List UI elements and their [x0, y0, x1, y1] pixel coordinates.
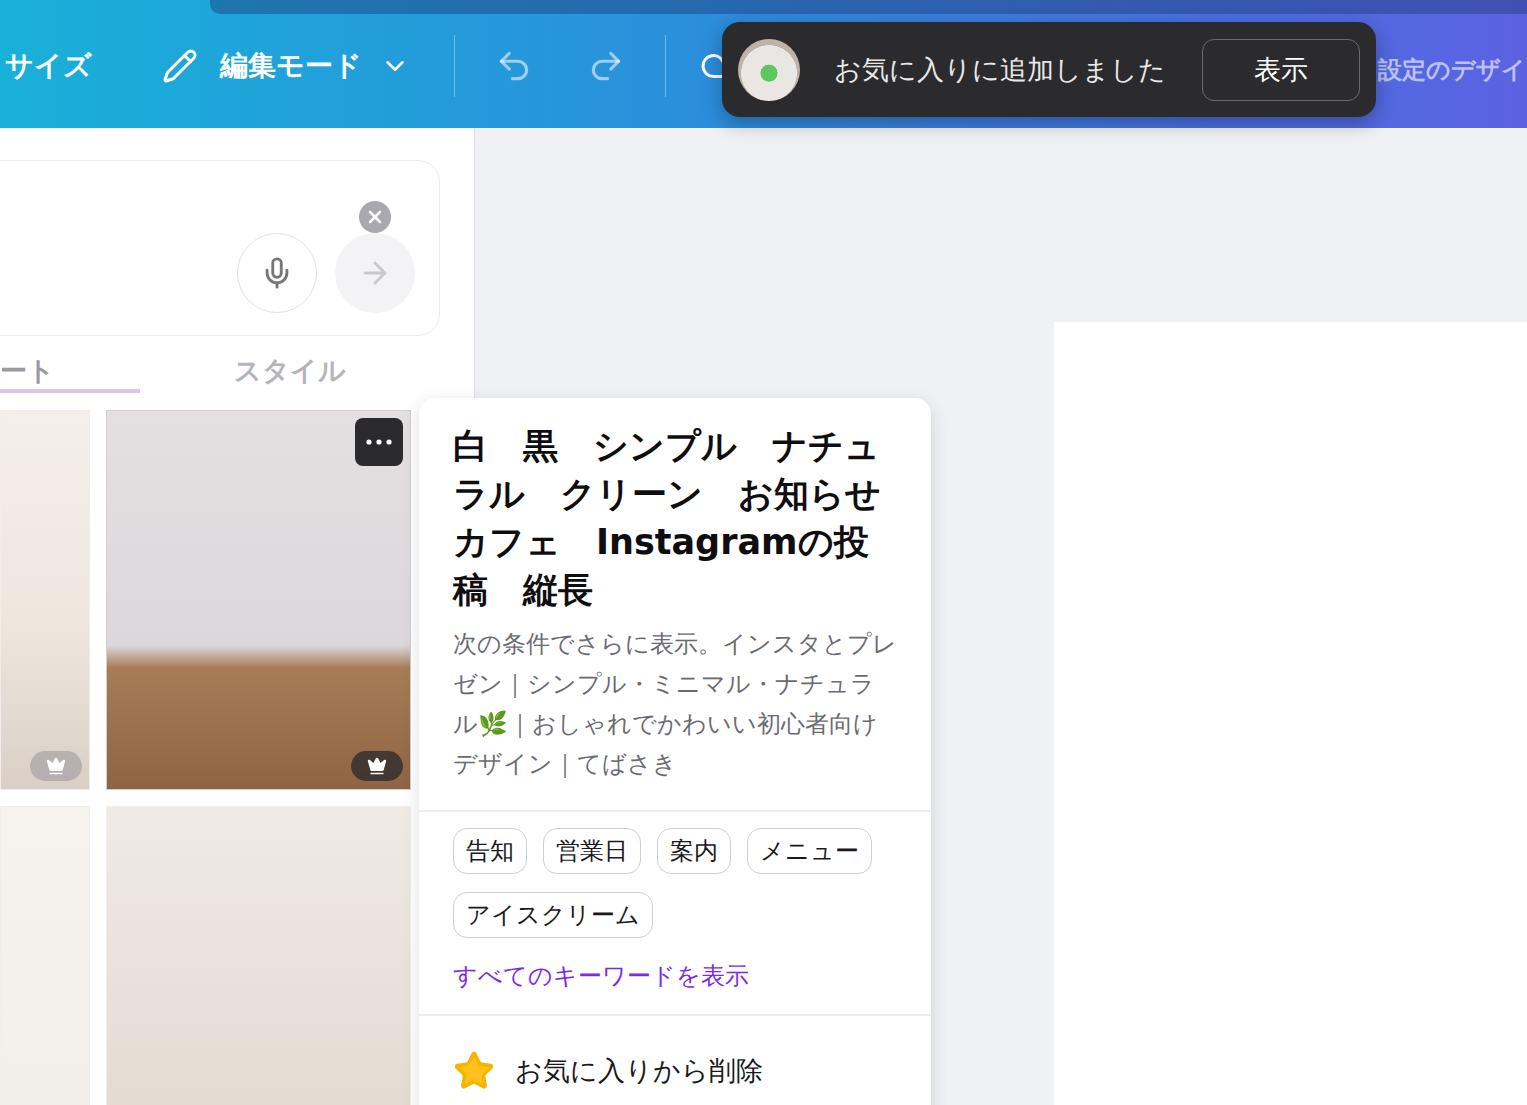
all-keywords-link[interactable]: すべてのキーワードを表示 [453, 960, 897, 992]
design-page[interactable] [1054, 322, 1527, 1105]
template-card[interactable] [0, 806, 90, 1105]
more-icon [366, 439, 392, 445]
tag-chip[interactable]: 案内 [657, 828, 731, 874]
undo-icon[interactable] [495, 47, 533, 85]
clear-button[interactable] [359, 201, 391, 233]
remove-favorite-button[interactable]: お気に入りから削除 [453, 1050, 897, 1092]
tab-row: ートスタイル [0, 353, 474, 393]
template-card[interactable] [0, 410, 90, 790]
show-button[interactable]: 表示 [1202, 39, 1360, 101]
toolbar-divider [665, 35, 666, 97]
remove-favorite-label: お気に入りから削除 [515, 1053, 763, 1089]
search-box[interactable] [0, 160, 440, 336]
design-settings-label[interactable]: 設定のデザイ [1378, 54, 1526, 86]
top-strip [210, 0, 1527, 14]
tag-list: 告知営業日案内メニューアイスクリーム [453, 828, 897, 938]
template-info-popover: 白 黒 シンプル ナチュラル クリーン お知らせ カフェ Instagramの投… [419, 398, 931, 1105]
toast-message: お気に入りに追加しました [834, 52, 1202, 88]
search-top-row [0, 201, 415, 233]
crown-icon [30, 751, 82, 781]
redo-icon[interactable] [587, 47, 625, 85]
pencil-icon [162, 48, 198, 84]
submit-button[interactable] [335, 233, 415, 313]
toolbar-divider [454, 35, 455, 97]
keyword-section: 告知営業日案内メニューアイスクリームすべてのキーワードを表示 [419, 812, 931, 1016]
star-icon [453, 1050, 495, 1092]
search-bottom-row [0, 233, 415, 313]
more-button[interactable] [355, 418, 403, 466]
chevron-down-icon[interactable] [380, 51, 410, 81]
template-description: 次の条件でさらに表示。インスタとプレゼン｜シンプル・ミニマル・ナチュラル🌿｜おし… [453, 624, 897, 784]
toast: お気に入りに追加しました表示 [722, 22, 1376, 117]
tag-chip[interactable]: メニュー [747, 828, 872, 874]
template-thumbnail [738, 39, 800, 101]
side-panel: ートスタイル [0, 128, 475, 1105]
tab[interactable]: ート [0, 353, 140, 393]
template-card[interactable] [106, 806, 411, 1105]
popover-header: 白 黒 シンプル ナチュラル クリーン お知らせ カフェ Instagramの投… [419, 398, 931, 812]
tag-chip[interactable]: 営業日 [543, 828, 641, 874]
template-card[interactable] [106, 410, 411, 790]
template-title: 白 黒 シンプル ナチュラル クリーン お知らせ カフェ Instagramの投… [453, 422, 897, 614]
mic-button[interactable] [237, 233, 317, 313]
template-grid [0, 410, 474, 1105]
favorite-section: お気に入りから削除 [419, 1016, 931, 1105]
crown-icon [351, 751, 403, 781]
editor-screen: サイズ編集モード設定のデザイお気に入りに追加しました表示ートスタイル白 黒 シン… [0, 0, 1527, 1105]
edit-mode-button[interactable]: 編集モード [220, 47, 362, 85]
resize-button[interactable]: サイズ [5, 47, 92, 85]
tag-chip[interactable]: アイスクリーム [453, 892, 653, 938]
tab[interactable]: スタイル [140, 353, 440, 393]
tag-chip[interactable]: 告知 [453, 828, 527, 874]
